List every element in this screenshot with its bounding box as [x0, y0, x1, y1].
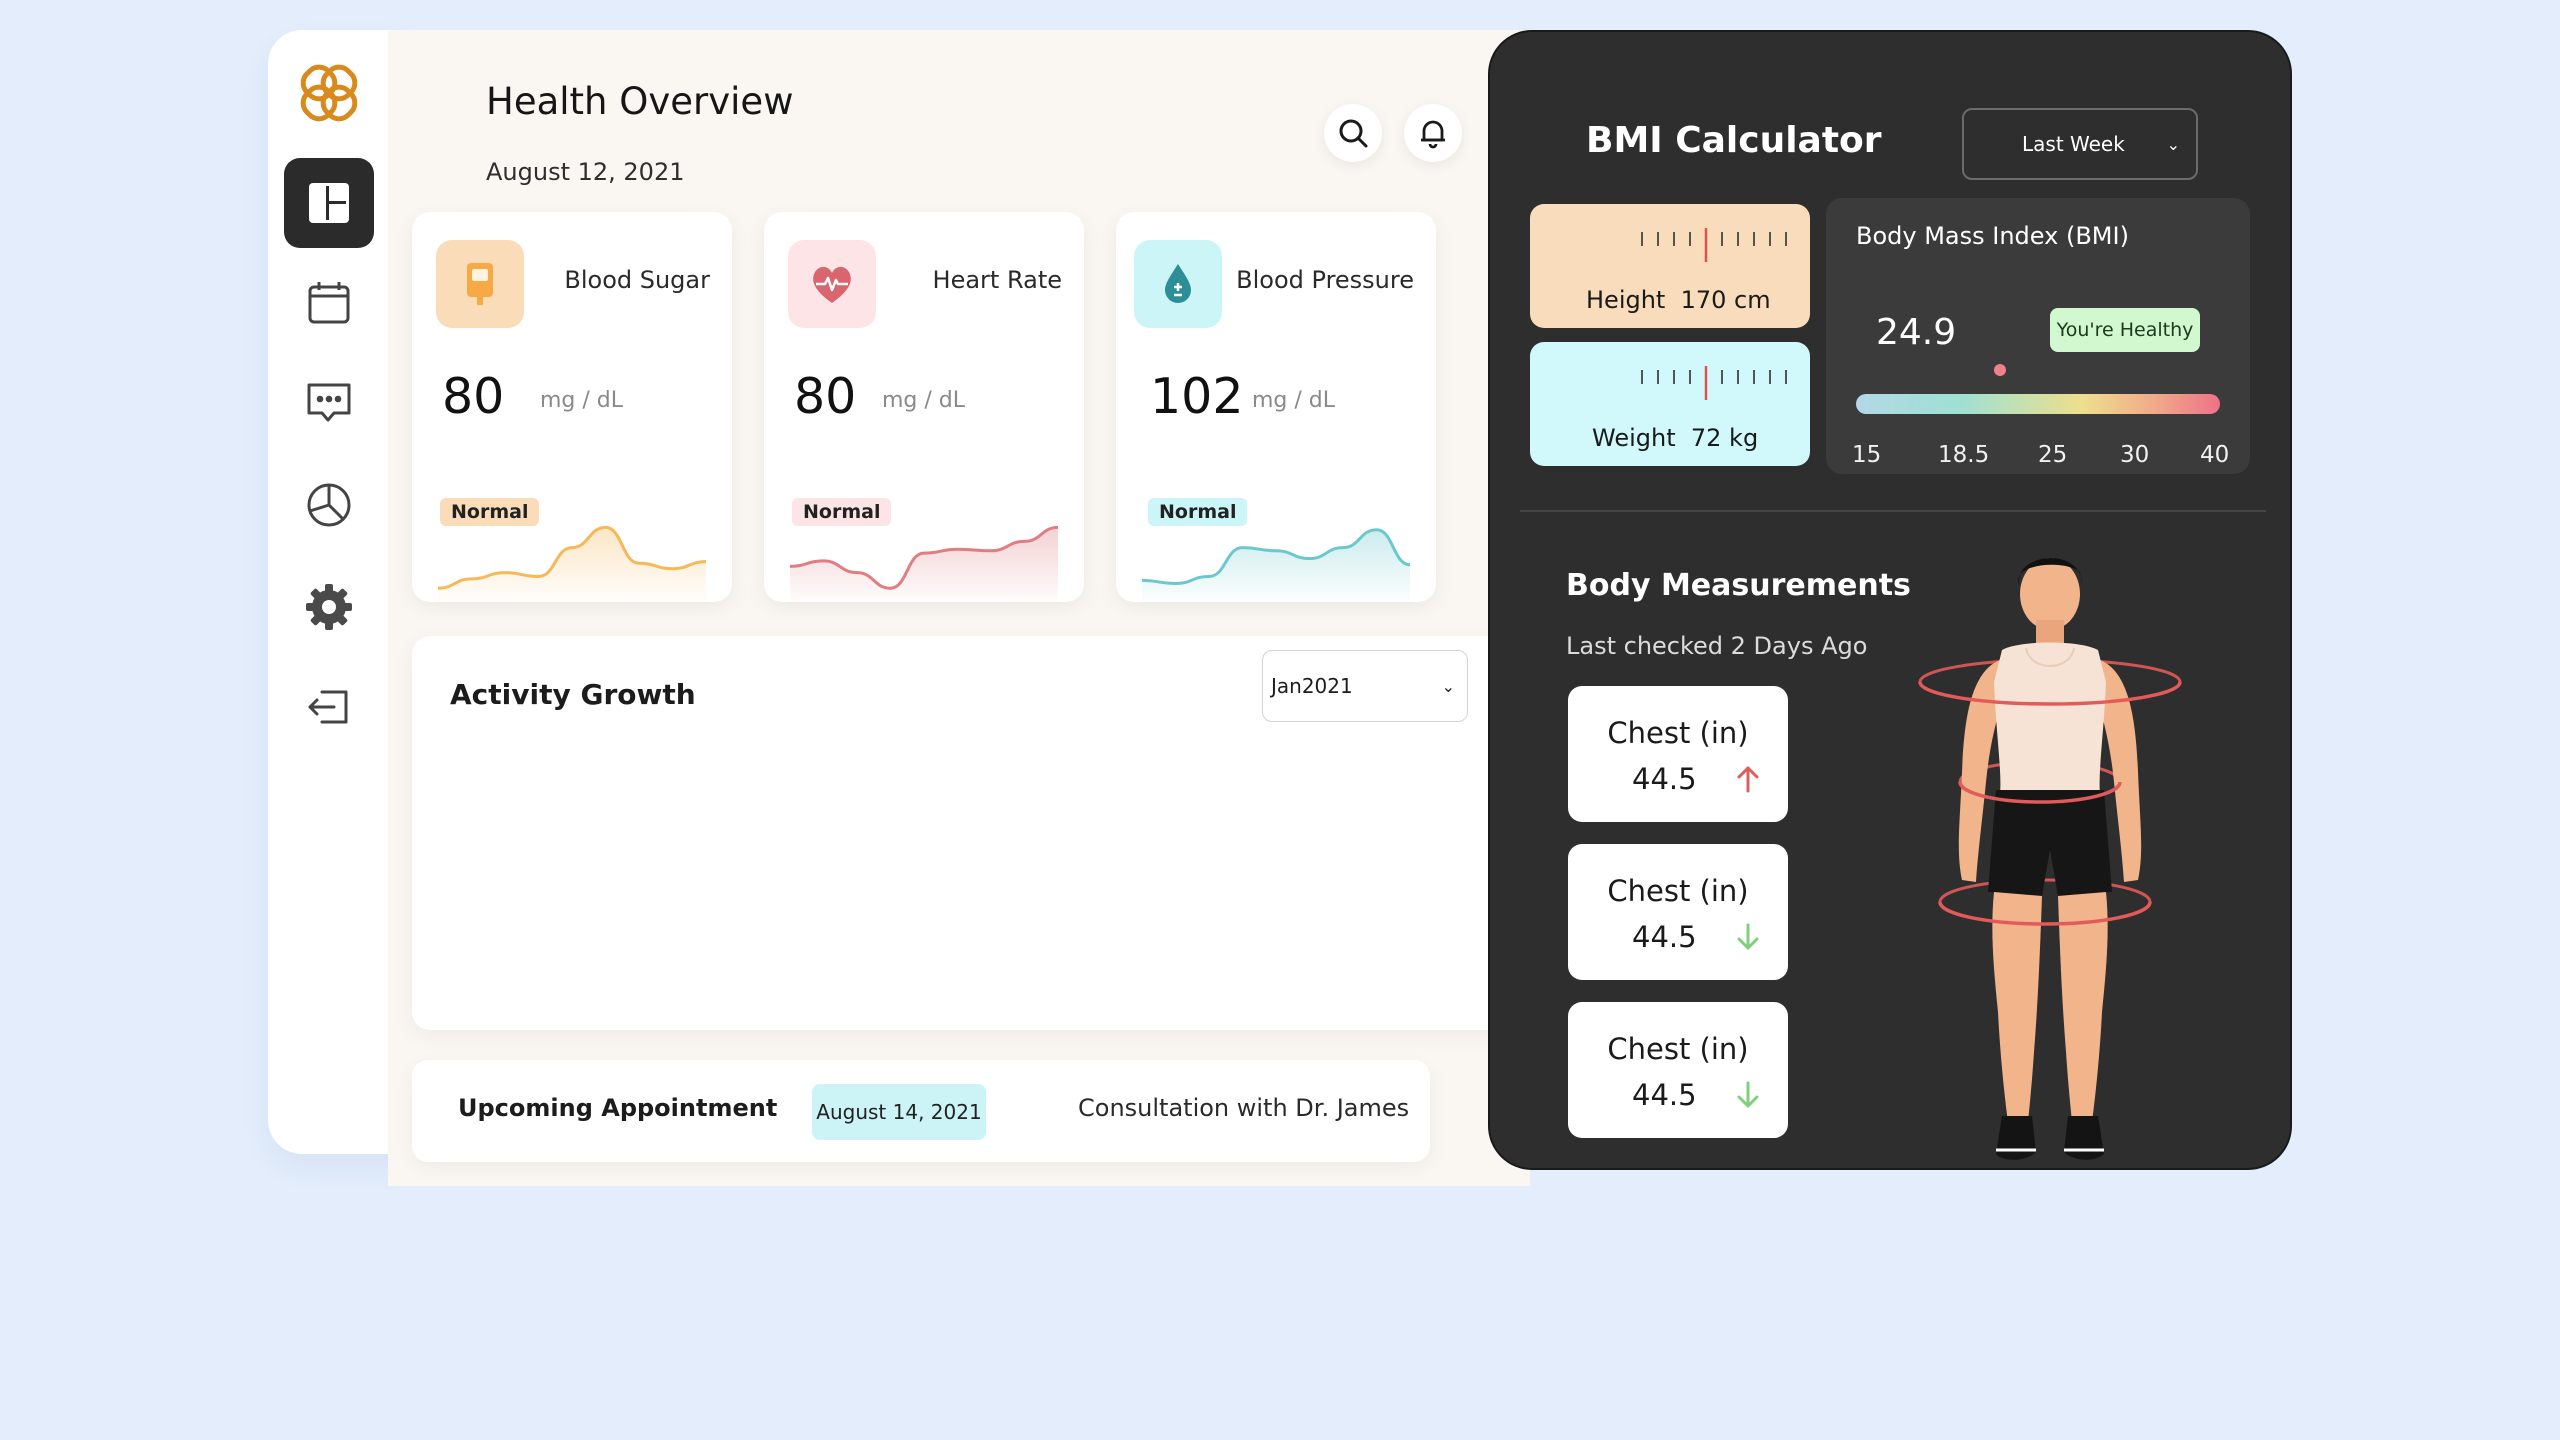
vital-unit: mg / dL	[540, 388, 624, 413]
weight-text: Weight 72 kg	[1592, 424, 1758, 452]
bmi-index-label: Body Mass Index (BMI)	[1856, 222, 2129, 250]
bmi-range-select[interactable]: Last Week ⌄	[1962, 108, 2198, 180]
measurement-card[interactable]: Chest (in) 44.5	[1568, 686, 1788, 822]
vital-label: Heart Rate	[932, 266, 1062, 294]
last-checked-text: Last checked 2 Days Ago	[1566, 632, 1868, 660]
bmi-index-card: Body Mass Index (BMI) 24.9 You're Health…	[1826, 198, 2250, 474]
activity-period-select[interactable]: Jan2021 ⌄	[1262, 650, 1468, 722]
app-logo	[300, 64, 358, 122]
upcoming-appointment[interactable]: Upcoming Appointment August 14, 2021 Con…	[412, 1060, 1430, 1162]
measurement-value: 44.5	[1632, 762, 1697, 796]
sidebar-item-reports[interactable]	[284, 460, 374, 550]
bmi-title: BMI Calculator	[1586, 120, 1882, 161]
activity-title: Activity Growth	[450, 678, 696, 711]
bmi-scale-tick: 18.5	[1938, 442, 1990, 468]
body-figure-illustration	[1918, 557, 2182, 1160]
notifications-button[interactable]	[1404, 104, 1462, 162]
ruler-icon	[1641, 366, 1787, 400]
sidebar-item-messages[interactable]	[284, 358, 374, 448]
weight-value: 72 kg	[1690, 424, 1759, 452]
pie-chart-icon	[307, 483, 351, 527]
sidebar-item-settings[interactable]	[284, 562, 374, 652]
vital-label: Blood Pressure	[1236, 266, 1414, 294]
blood-sugar-card[interactable]: Blood Sugar 80 mg / dL Normal	[412, 212, 732, 602]
bmi-range-value: Last Week	[2022, 132, 2125, 156]
page-date: August 12, 2021	[486, 158, 685, 186]
dashboard-icon	[309, 183, 349, 223]
vital-value: 80	[794, 368, 857, 425]
logout-icon	[308, 690, 348, 724]
main-content: Health Overview August 12, 2021 Blood Su…	[388, 30, 1530, 1186]
chevron-down-icon: ⌄	[1441, 676, 1455, 696]
bmi-status-badge: You're Healthy	[2050, 308, 2200, 352]
message-icon	[307, 383, 351, 422]
appointment-description: Consultation with Dr. James	[1078, 1094, 1410, 1122]
height-text: Height 170 cm	[1586, 286, 1771, 314]
measurement-label: Chest (in)	[1607, 716, 1749, 750]
blood-pressure-card[interactable]: Blood Pressure 102 mg / dL Normal	[1116, 212, 1436, 602]
sparkline-area	[438, 527, 706, 602]
blood-pressure-sparkline	[1142, 528, 1410, 602]
appointment-title: Upcoming Appointment	[458, 1094, 778, 1122]
activity-period-value: Jan2021	[1271, 674, 1353, 698]
blood-sugar-sparkline	[438, 525, 706, 602]
search-icon	[1339, 119, 1368, 148]
chevron-down-icon: ⌄	[2166, 134, 2180, 154]
sparkline-area	[790, 527, 1058, 602]
height-label: Height	[1586, 286, 1666, 314]
height-card[interactable]: Height 170 cm	[1530, 204, 1810, 328]
search-button[interactable]	[1324, 104, 1382, 162]
vital-unit: mg / dL	[882, 388, 966, 413]
vital-label: Blood Sugar	[564, 266, 710, 294]
sidebar-item-calendar[interactable]	[284, 258, 374, 348]
weight-label: Weight	[1592, 424, 1676, 452]
sidebar-item-logout[interactable]	[284, 662, 374, 752]
vital-value: 80	[442, 368, 505, 425]
measurement-card[interactable]: Chest (in) 44.5	[1568, 1002, 1788, 1138]
calendar-icon	[308, 282, 350, 324]
bmi-value: 24.9	[1876, 312, 1957, 353]
measurement-value: 44.5	[1632, 1078, 1697, 1112]
measurement-card[interactable]: Chest (in) 44.5	[1568, 844, 1788, 980]
vital-value: 102	[1150, 368, 1244, 425]
sparkline-area	[1142, 529, 1410, 602]
arrow-down-icon	[1737, 923, 1759, 950]
glucose-icon-tile	[436, 240, 524, 328]
heart-rate-card[interactable]: Heart Rate 80 mg / dL Normal	[764, 212, 1084, 602]
measurement-value: 44.5	[1632, 920, 1697, 954]
appointment-date: August 14, 2021	[812, 1084, 986, 1140]
weight-card[interactable]: Weight 72 kg	[1530, 342, 1810, 466]
heart-icon-tile	[788, 240, 876, 328]
heart-icon	[813, 266, 851, 303]
measurement-label: Chest (in)	[1607, 1032, 1749, 1066]
ruler-icon	[1641, 228, 1787, 262]
arrow-up-icon	[1737, 766, 1759, 793]
divider	[1520, 510, 2266, 512]
bmi-scale-tick: 15	[1852, 442, 1882, 468]
bell-icon	[1421, 120, 1445, 149]
activity-growth-panel: Activity Growth Jan2021 ⌄	[412, 636, 1528, 1030]
page-title: Health Overview	[486, 80, 794, 123]
arrow-down-icon	[1737, 1081, 1759, 1108]
bmi-scale-tick: 30	[2120, 442, 2150, 468]
bmi-scale-bar	[1856, 394, 2220, 414]
bmi-indicator-dot	[1994, 364, 2007, 376]
height-value: 170 cm	[1680, 286, 1771, 314]
vital-unit: mg / dL	[1252, 388, 1336, 413]
sidebar-item-dashboard[interactable]	[284, 158, 374, 248]
glucose-meter-icon	[467, 263, 493, 305]
measurement-label: Chest (in)	[1607, 874, 1749, 908]
heart-rate-sparkline	[790, 525, 1058, 602]
water-drop-icon	[1165, 264, 1191, 303]
bmi-scale-tick: 40	[2200, 442, 2230, 468]
blood-pressure-icon-tile	[1134, 240, 1222, 328]
gear-icon	[306, 584, 352, 630]
bmi-scale-tick: 25	[2038, 442, 2068, 468]
body-measurements-title: Body Measurements	[1566, 568, 1911, 603]
bmi-calculator-panel: BMI Calculator Last Week ⌄ Height 170 cm…	[1488, 30, 2292, 1170]
